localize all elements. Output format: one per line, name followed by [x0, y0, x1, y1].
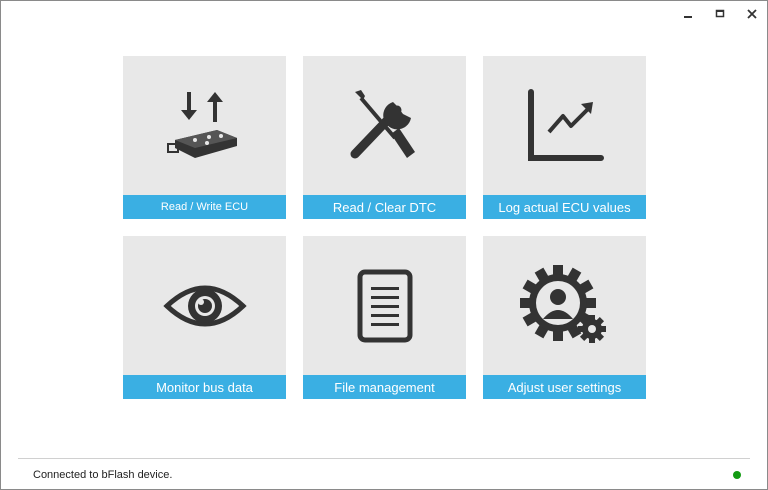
tile-file-management[interactable]: File management [303, 236, 466, 399]
line-chart-icon [527, 88, 604, 161]
icon-area [483, 56, 646, 195]
tools-icon [350, 89, 415, 158]
tile-read-write-ecu[interactable]: Read / Write ECU [123, 56, 286, 219]
tile-log-ecu-values[interactable]: Log actual ECU values [483, 56, 646, 219]
maximize-button[interactable] [713, 7, 727, 21]
status-divider [18, 458, 750, 459]
tile-read-clear-dtc[interactable]: Read / Clear DTC [303, 56, 466, 219]
tile-adjust-user-settings[interactable]: Adjust user settings [483, 236, 646, 399]
tile-label: File management [303, 375, 466, 399]
tile-label: Adjust user settings [483, 375, 646, 399]
tile-label: Read / Write ECU [123, 195, 286, 219]
user-settings-gear-icon [519, 264, 606, 343]
connection-status-indicator [733, 471, 741, 479]
tile-label: Monitor bus data [123, 375, 286, 399]
document-icon [357, 269, 412, 342]
close-icon [747, 9, 757, 19]
app-window: Read / Write ECU Read / Clear DTC Log ac… [0, 0, 768, 490]
minimize-button[interactable] [681, 7, 695, 21]
tile-label: Log actual ECU values [483, 195, 646, 219]
icon-area [483, 236, 646, 375]
read-write-ecu-icon [166, 91, 237, 158]
status-text: Connected to bFlash device. [33, 469, 173, 481]
icon-area [123, 56, 286, 195]
close-button[interactable] [745, 7, 759, 21]
minimize-icon [684, 16, 692, 18]
icon-area [123, 236, 286, 375]
icon-area [303, 56, 466, 195]
window-controls [681, 7, 759, 21]
eye-icon [162, 285, 247, 326]
tile-label: Read / Clear DTC [303, 195, 466, 219]
tile-monitor-bus-data[interactable]: Monitor bus data [123, 236, 286, 399]
maximize-icon [715, 9, 725, 18]
icon-area [303, 236, 466, 375]
